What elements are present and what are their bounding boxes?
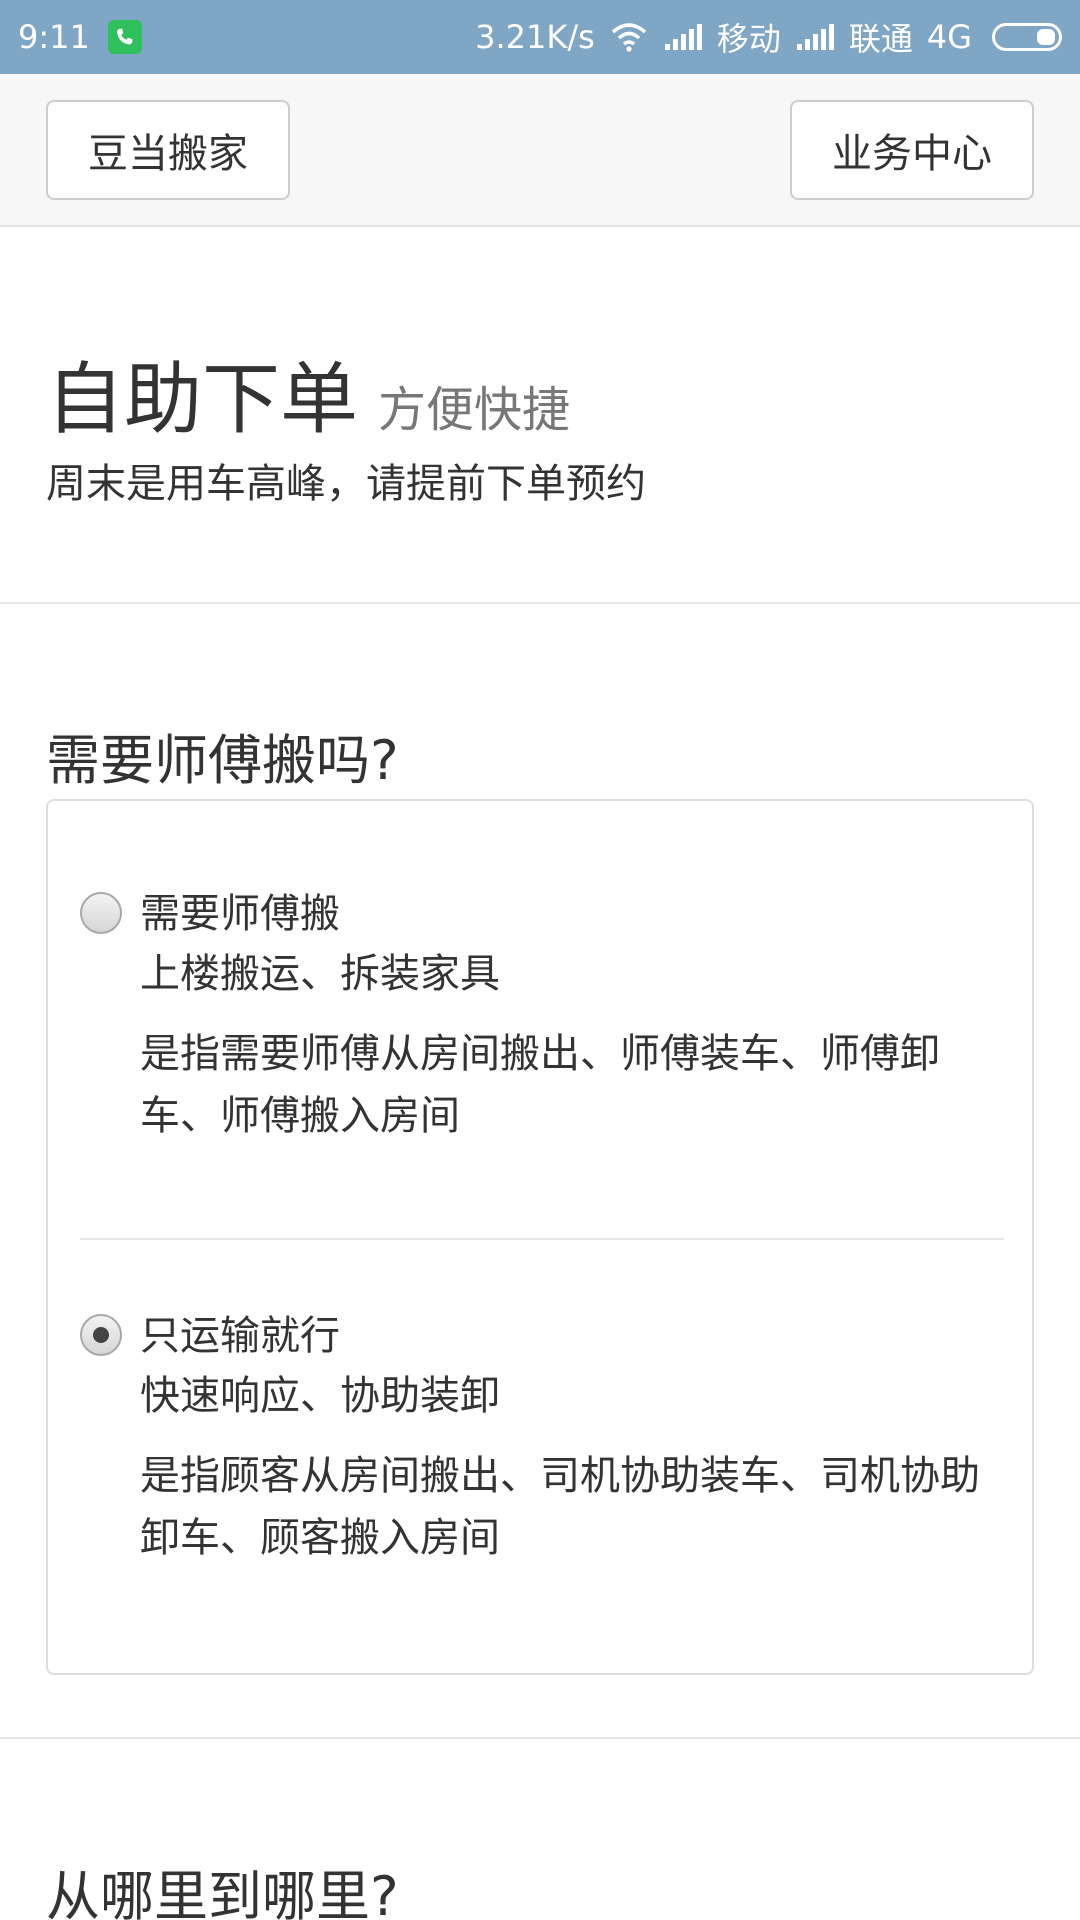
page-title: 自助下单 方便快捷: [46, 337, 570, 449]
option-description: 是指顾客从房间搬出、司机协助装车、司机协助卸车、顾客搬入房间: [140, 1453, 980, 1561]
hero-title: 自助下单: [46, 355, 359, 445]
phone-icon: [107, 20, 142, 54]
option-transport-only[interactable]: 只运输就行 快速响应、协助装卸 是指顾客从房间搬出、司机协助装车、司机协助卸车、…: [48, 1241, 1032, 1675]
option-need-movers[interactable]: 需要师傅搬 上楼搬运、拆装家具 是指需要师傅从房间搬出、师傅装车、师傅卸车、师傅…: [48, 801, 1032, 1241]
hero-note: 周末是用车高峰，请提前下单预约: [46, 461, 646, 507]
status-time: 9:11: [18, 18, 90, 56]
home-button[interactable]: 豆当搬家: [46, 100, 290, 200]
option-subtitle: 上楼搬运、拆装家具: [140, 951, 500, 997]
route-question-heading: 从哪里到哪里?: [46, 1865, 399, 1920]
carrier-2: 联通: [848, 20, 913, 58]
battery-icon: [992, 23, 1062, 51]
hero-subtitle: 方便快捷: [378, 382, 571, 438]
net-speed: 3.21K/s: [475, 18, 595, 56]
network-type: 4G: [926, 18, 972, 56]
business-center-button[interactable]: 业务中心: [790, 100, 1034, 200]
section-divider: [0, 1737, 1080, 1739]
option-title: 只运输就行: [140, 1313, 340, 1359]
option-subtitle: 快速响应、协助装卸: [140, 1373, 500, 1419]
radio-need-movers[interactable]: [80, 892, 122, 934]
status-bar: 9:11 3.21K/s 移动 联通 4G: [0, 0, 1080, 74]
radio-transport-only[interactable]: [80, 1314, 122, 1356]
hero-section: 自助下单 方便快捷 周末是用车高峰，请提前下单预约: [0, 229, 1080, 604]
moving-option-panel: 需要师傅搬 上楼搬运、拆装家具 是指需要师傅从房间搬出、师傅装车、师傅卸车、师傅…: [46, 799, 1034, 1675]
carrier-1: 移动: [716, 20, 781, 58]
signal-icon: [796, 24, 834, 50]
option-title: 需要师傅搬: [140, 891, 340, 937]
signal-icon: [664, 24, 702, 50]
wifi-icon: [611, 23, 646, 52]
top-nav: 豆当搬家 业务中心: [0, 74, 1080, 227]
option-description: 是指需要师傅从房间搬出、师傅装车、师傅卸车、师傅搬入房间: [140, 1031, 940, 1139]
movers-question-heading: 需要师傅搬吗?: [46, 729, 399, 792]
option-divider: [80, 1238, 1004, 1240]
